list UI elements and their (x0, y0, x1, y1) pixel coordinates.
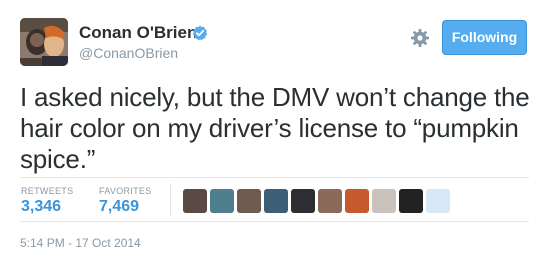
favoriter-avatar-7[interactable] (345, 189, 369, 213)
favoriter-avatar-2[interactable] (210, 189, 234, 213)
favoriter-avatar-10[interactable] (426, 189, 450, 213)
divider (20, 177, 529, 178)
timestamp[interactable]: 5:14 PM - 17 Oct 2014 (20, 236, 141, 250)
favoriter-avatar-5[interactable] (291, 189, 315, 213)
retweets-count[interactable]: 3,346 (21, 198, 61, 216)
divider (20, 221, 529, 222)
favoriter-avatar-6[interactable] (318, 189, 342, 213)
favorites-label: FAVORITES (99, 186, 152, 196)
stats-separator (170, 183, 171, 216)
following-button[interactable]: Following (442, 20, 527, 55)
favorites-count[interactable]: 7,469 (99, 198, 139, 216)
gear-icon[interactable] (410, 28, 430, 48)
favoriter-avatar-1[interactable] (183, 189, 207, 213)
verified-badge-icon (192, 25, 208, 41)
tweet-text: I asked nicely, but the DMV won’t change… (20, 82, 530, 174)
display-name[interactable]: Conan O'Brien (79, 23, 197, 43)
favoriter-avatar-3[interactable] (237, 189, 261, 213)
retweets-label: RETWEETS (21, 186, 74, 196)
avatar[interactable] (20, 18, 68, 66)
avatar-photo-icon (20, 18, 68, 66)
favoriter-avatar-4[interactable] (264, 189, 288, 213)
favoriter-avatar-9[interactable] (399, 189, 423, 213)
favoriter-avatar-8[interactable] (372, 189, 396, 213)
favoriters-avatars (183, 189, 450, 213)
user-handle[interactable]: @ConanOBrien (79, 45, 178, 61)
